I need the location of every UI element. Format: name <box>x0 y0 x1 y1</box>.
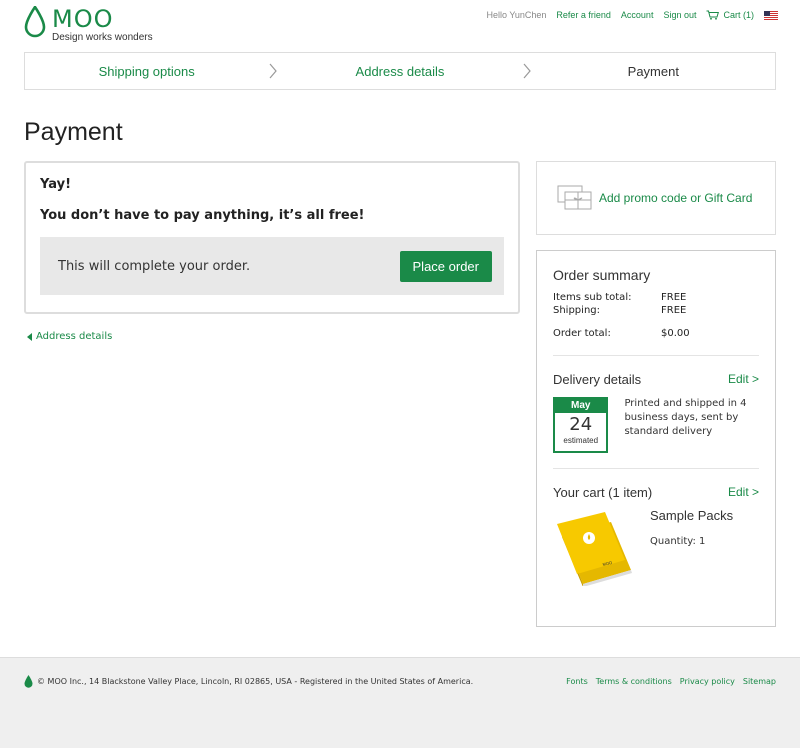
sample-pack-image: MOO <box>557 512 632 586</box>
cart-label: Cart (1) <box>723 10 754 20</box>
chevron-right-icon <box>523 63 531 79</box>
edit-cart-link[interactable]: Edit > <box>728 485 759 500</box>
order-total-row: Order total: $0.00 <box>553 328 690 339</box>
shipping-row: Shipping: FREE <box>553 305 687 316</box>
order-summary-title: Order summary <box>553 267 651 283</box>
complete-order-bar: This will complete your order. Place ord… <box>40 237 504 295</box>
items-subtotal-row: Items sub total: FREE <box>553 292 687 303</box>
account-link[interactable]: Account <box>621 10 654 20</box>
footer: © MOO Inc., 14 Blackstone Valley Place, … <box>0 657 800 748</box>
moo-logo[interactable]: MOO Design works wonders <box>24 6 153 43</box>
product-quantity: Quantity: 1 <box>650 536 706 547</box>
step-address-details[interactable]: Address details <box>278 64 521 79</box>
product-name: Sample Packs <box>650 508 734 523</box>
top-nav: Hello YunChen Refer a friend Account Sig… <box>486 10 778 20</box>
cart-icon <box>706 10 720 20</box>
cart-link[interactable]: Cart (1) <box>706 10 754 20</box>
chevron-right-icon <box>269 63 278 79</box>
free-message: You don’t have to pay anything, it’s all… <box>40 208 365 223</box>
step-payment: Payment <box>627 63 679 79</box>
page-title: Payment <box>24 118 123 146</box>
delivery-details-header: Delivery details Edit > <box>553 372 759 387</box>
refer-friend-link[interactable]: Refer a friend <box>556 10 611 20</box>
footer-link-fonts[interactable]: Fonts <box>566 677 588 686</box>
drop-logo-icon <box>24 6 46 38</box>
footer-link-privacy[interactable]: Privacy policy <box>680 677 735 686</box>
logo-wordmark: MOO <box>52 5 114 33</box>
back-to-address-link[interactable]: Address details <box>27 331 112 342</box>
footer-link-sitemap[interactable]: Sitemap <box>743 677 776 686</box>
promo-code-box[interactable]: Add promo code or Gift Card <box>536 161 776 235</box>
divider <box>553 468 759 469</box>
checkout-steps: Shipping options Address details Payment <box>24 52 776 90</box>
footer-link-terms[interactable]: Terms & conditions <box>596 677 672 686</box>
promo-label: Add promo code or Gift Card <box>599 191 753 205</box>
footer-links: Fonts Terms & conditions Privacy policy … <box>566 677 776 686</box>
cart-title: Your cart (1 item) <box>553 485 653 500</box>
payment-panel: Yay! You don’t have to pay anything, it’… <box>24 161 520 314</box>
delivery-details-title: Delivery details <box>553 372 642 387</box>
complete-text: This will complete your order. <box>58 258 251 274</box>
step-shipping-options[interactable]: Shipping options <box>25 64 268 79</box>
us-flag-icon[interactable] <box>764 10 778 20</box>
calendar-date-icon: May 24 estimated <box>553 397 609 453</box>
cart-header: Your cart (1 item) Edit > <box>553 485 759 500</box>
edit-delivery-link[interactable]: Edit > <box>728 372 759 387</box>
delivery-description: Printed and shipped in 4 business days, … <box>624 398 747 437</box>
place-order-button[interactable]: Place order <box>399 250 492 282</box>
back-link-label: Address details <box>36 331 113 342</box>
triangle-left-icon <box>27 332 32 341</box>
drop-logo-icon <box>24 675 33 688</box>
order-summary-panel: Order summary Items sub total: FREE Shipp… <box>536 250 776 627</box>
gift-card-icon <box>557 185 592 210</box>
footer-address-text: © MOO Inc., 14 Blackstone Valley Place, … <box>37 677 474 686</box>
yay-heading: Yay! <box>40 177 71 192</box>
sign-out-link[interactable]: Sign out <box>663 10 696 20</box>
footer-address: © MOO Inc., 14 Blackstone Valley Place, … <box>24 675 473 688</box>
logo-tagline: Design works wonders <box>52 32 153 43</box>
greeting-text: Hello YunChen <box>486 10 547 20</box>
divider <box>553 355 759 356</box>
